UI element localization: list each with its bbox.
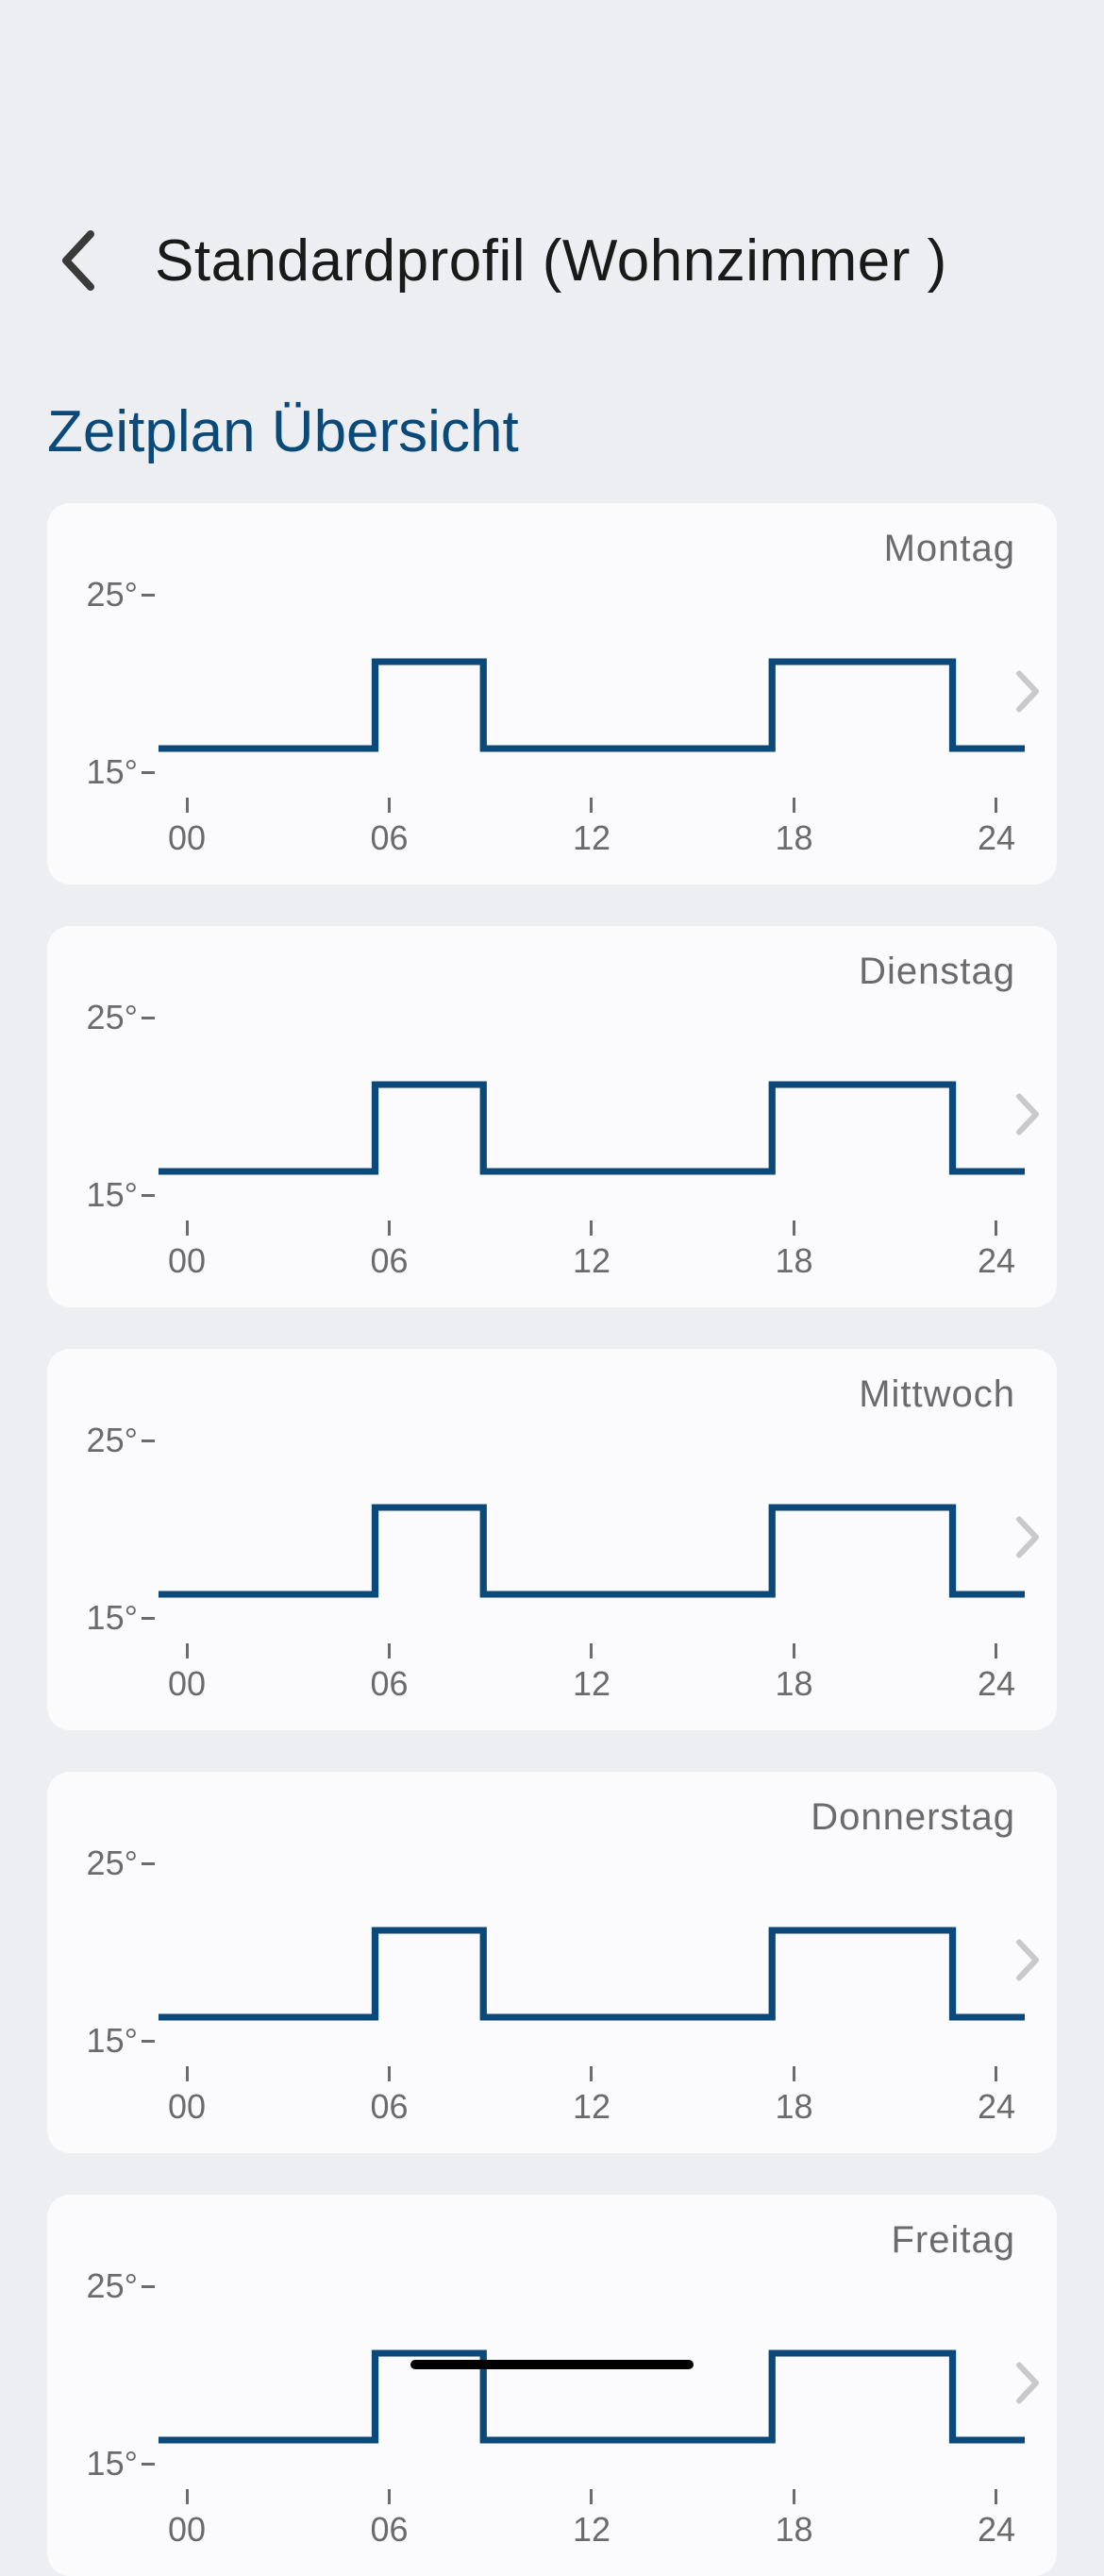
y-axis-label: 15° — [87, 2021, 155, 2061]
x-axis-label: 18 — [775, 2066, 812, 2127]
x-axis-label: 24 — [978, 798, 1015, 858]
y-axis-label: 25° — [87, 998, 155, 1037]
plot-area — [159, 575, 1025, 792]
x-axis-label: 00 — [168, 1643, 206, 1704]
header: Standardprofil (Wohnzimmer ) — [0, 0, 1104, 342]
x-axis-label: 24 — [978, 2066, 1015, 2127]
y-axis-label: 15° — [87, 2444, 155, 2483]
x-axis-label: 12 — [573, 2066, 611, 2127]
x-axis-label: 06 — [370, 1221, 408, 1281]
plot-area — [159, 998, 1025, 1215]
x-axis-label: 12 — [573, 1643, 611, 1704]
y-axis-label: 15° — [87, 752, 155, 792]
chart: 25° 15° — [64, 2266, 1025, 2483]
y-axis-label: 25° — [87, 1421, 155, 1460]
x-axis: 00 06 12 18 24 — [159, 792, 1025, 858]
day-label: Montag — [884, 528, 1015, 570]
chart: 25° 15° — [64, 998, 1025, 1215]
x-axis: 00 06 12 18 24 — [159, 2483, 1025, 2550]
chart: 25° 15° — [64, 575, 1025, 792]
x-axis-label: 12 — [573, 2489, 611, 2550]
x-axis-label: 24 — [978, 1643, 1015, 1704]
x-axis-label: 12 — [573, 1221, 611, 1281]
y-axis: 25° 15° — [64, 998, 159, 1215]
x-axis: 00 06 12 18 24 — [159, 1638, 1025, 1704]
home-indicator — [410, 2360, 694, 2369]
x-axis-label: 18 — [775, 1643, 812, 1704]
day-label: Freitag — [892, 2219, 1016, 2262]
y-axis-label: 25° — [87, 1844, 155, 1883]
day-card[interactable]: Donnerstag 25° 15° 00 06 12 18 24 — [47, 1772, 1057, 2153]
page-title: Standardprofil (Wohnzimmer ) — [155, 227, 947, 295]
chart: 25° 15° — [64, 1421, 1025, 1638]
plot-area — [159, 1421, 1025, 1638]
x-axis-label: 06 — [370, 798, 408, 858]
y-axis-label: 15° — [87, 1598, 155, 1638]
back-button[interactable] — [47, 217, 108, 304]
x-axis-label: 18 — [775, 798, 812, 858]
plot-area — [159, 2266, 1025, 2483]
x-axis-label: 00 — [168, 2066, 206, 2127]
x-axis-label: 00 — [168, 798, 206, 858]
chart: 25° 15° — [64, 1844, 1025, 2061]
x-axis-label: 18 — [775, 1221, 812, 1281]
y-axis: 25° 15° — [64, 1421, 159, 1638]
day-label: Dienstag — [859, 951, 1015, 993]
y-axis: 25° 15° — [64, 575, 159, 792]
x-axis-label: 18 — [775, 2489, 812, 2550]
schedule-cards: Montag 25° 15° 00 06 12 18 24 Dienstag 25° 15° 00 06… — [0, 503, 1104, 2576]
y-axis-label: 25° — [87, 2266, 155, 2306]
y-axis-label: 15° — [87, 1175, 155, 1215]
section-title: Zeitplan Übersicht — [0, 342, 1104, 503]
y-axis: 25° 15° — [64, 2266, 159, 2483]
day-card[interactable]: Mittwoch 25° 15° 00 06 12 18 24 — [47, 1349, 1057, 1730]
x-axis: 00 06 12 18 24 — [159, 1215, 1025, 1281]
chevron-left-icon — [57, 227, 98, 295]
x-axis-label: 06 — [370, 2066, 408, 2127]
day-label: Mittwoch — [859, 1373, 1015, 1416]
x-axis-label: 12 — [573, 798, 611, 858]
x-axis-label: 24 — [978, 1221, 1015, 1281]
day-card[interactable]: Montag 25° 15° 00 06 12 18 24 — [47, 503, 1057, 884]
x-axis-label: 00 — [168, 1221, 206, 1281]
y-axis: 25° 15° — [64, 1844, 159, 2061]
day-card[interactable]: Freitag 25° 15° 00 06 12 18 24 — [47, 2195, 1057, 2576]
day-label: Donnerstag — [811, 1796, 1015, 1839]
day-card[interactable]: Dienstag 25° 15° 00 06 12 18 24 — [47, 926, 1057, 1307]
x-axis-label: 06 — [370, 2489, 408, 2550]
plot-area — [159, 1844, 1025, 2061]
x-axis-label: 24 — [978, 2489, 1015, 2550]
x-axis-label: 00 — [168, 2489, 206, 2550]
y-axis-label: 25° — [87, 575, 155, 615]
x-axis-label: 06 — [370, 1643, 408, 1704]
x-axis: 00 06 12 18 24 — [159, 2061, 1025, 2127]
